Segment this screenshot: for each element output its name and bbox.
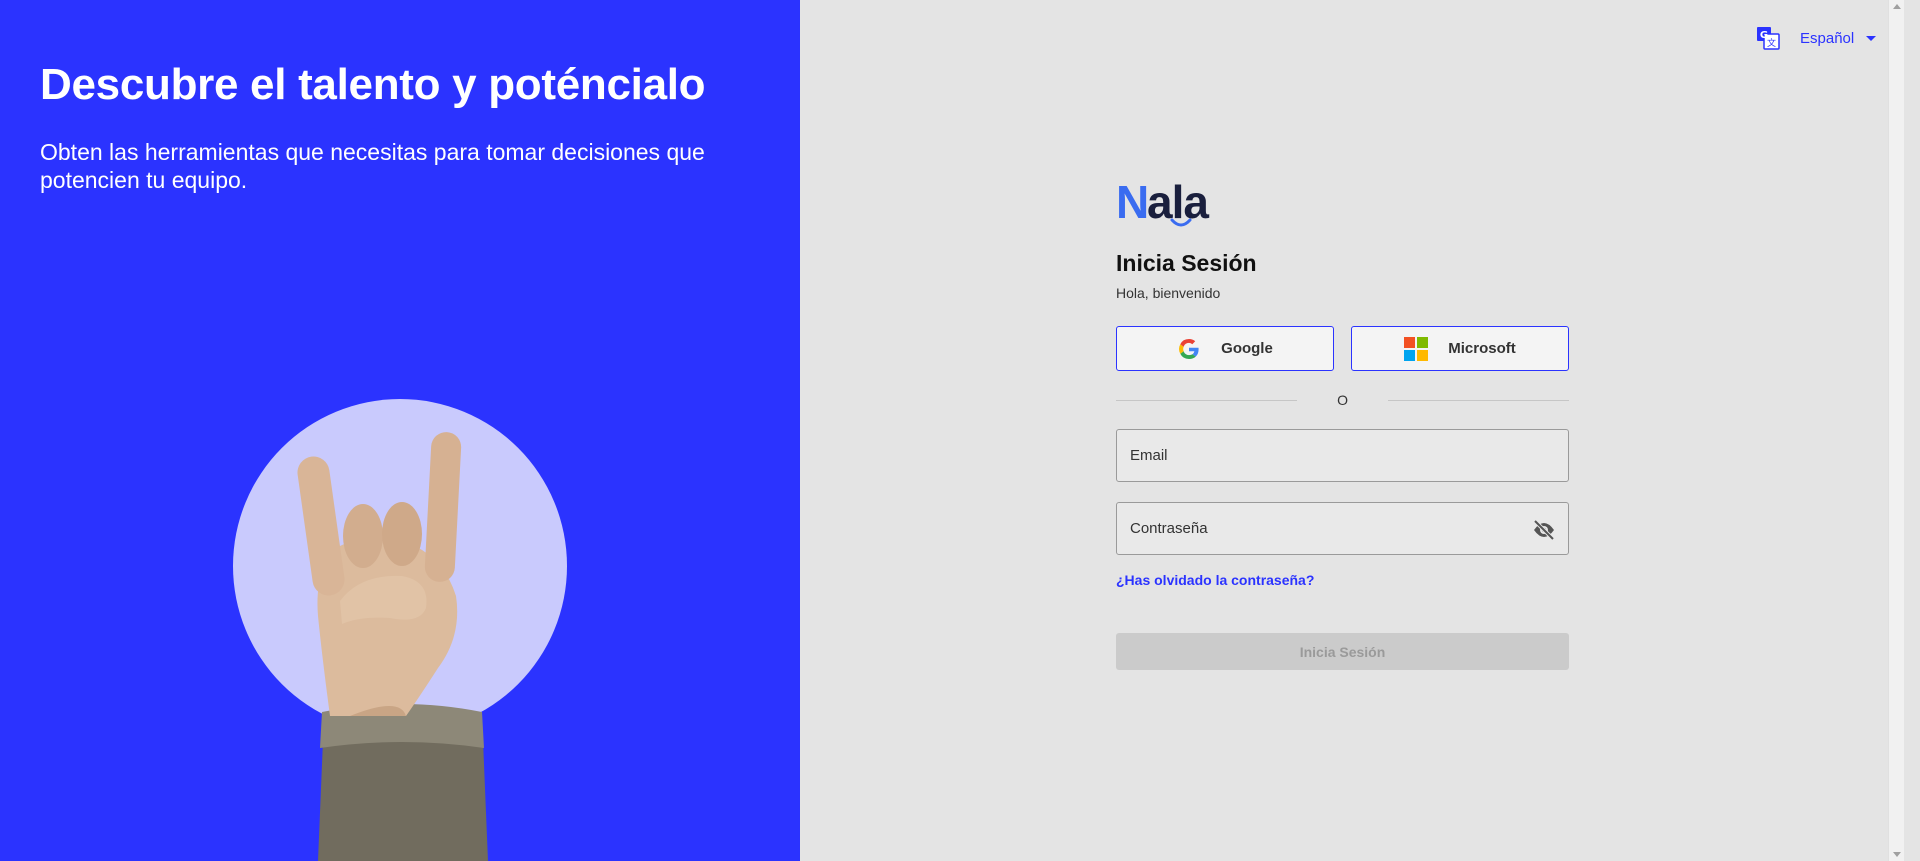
password-input[interactable] (1130, 520, 1510, 537)
divider-line (1387, 399, 1570, 401)
email-field[interactable] (1116, 429, 1569, 482)
login-submit-button[interactable]: Inicia Sesión (1116, 633, 1569, 670)
login-form: N ala Inicia Sesión Hola, bienvenido Goo… (1116, 178, 1570, 670)
google-label: Google (1221, 340, 1273, 357)
password-field[interactable] (1116, 502, 1569, 555)
hero-subtitle: Obten las herramientas que necesitas par… (40, 139, 705, 193)
chevron-down-icon (1866, 35, 1877, 41)
microsoft-login-button[interactable]: Microsoft (1351, 326, 1569, 371)
nala-logo: N ala (1116, 178, 1210, 228)
scroll-up-arrow[interactable] (1893, 4, 1901, 9)
divider-text: O (1337, 392, 1348, 408)
email-input[interactable] (1130, 447, 1510, 464)
sso-buttons: Google Microsoft (1116, 326, 1569, 371)
translate-icon: G 文 (1757, 27, 1780, 50)
svg-text:N: N (1116, 178, 1148, 228)
microsoft-icon (1404, 336, 1429, 361)
divider-line (1116, 399, 1298, 401)
hero-title: Descubre el talento y poténcialo (40, 60, 706, 109)
scroll-down-arrow[interactable] (1893, 852, 1901, 857)
eye-off-icon[interactable] (1532, 518, 1556, 542)
hand-illustration (233, 399, 567, 861)
hero-panel: Descubre el talento y poténcialo Obten l… (0, 0, 800, 861)
language-label: Español (1800, 29, 1855, 47)
google-icon (1179, 338, 1199, 359)
svg-text:ala: ala (1147, 178, 1209, 228)
google-login-button[interactable]: Google (1116, 326, 1334, 371)
login-subtitle: Hola, bienvenido (1116, 285, 1221, 301)
language-selector[interactable]: G 文 Español (1756, 24, 1877, 52)
scrollbar[interactable] (1888, 0, 1904, 861)
svg-text:文: 文 (1767, 37, 1776, 49)
microsoft-label: Microsoft (1448, 340, 1516, 357)
forgot-password-link[interactable]: ¿Has olvidado la contraseña? (1116, 572, 1569, 588)
or-divider: O (1116, 392, 1570, 408)
login-title: Inicia Sesión (1116, 250, 1257, 276)
